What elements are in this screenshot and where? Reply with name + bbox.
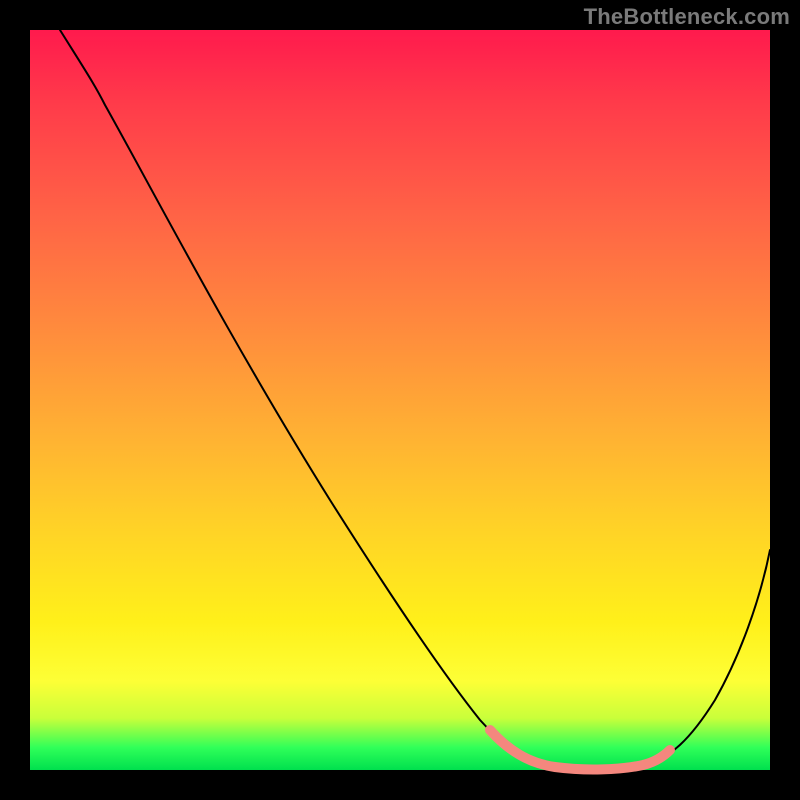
plot-area — [30, 30, 770, 770]
watermark-text: TheBottleneck.com — [584, 4, 790, 30]
highlight-segment — [490, 730, 670, 769]
bottleneck-curve — [60, 30, 770, 769]
curve-svg — [30, 30, 770, 770]
chart-frame: TheBottleneck.com — [0, 0, 800, 800]
